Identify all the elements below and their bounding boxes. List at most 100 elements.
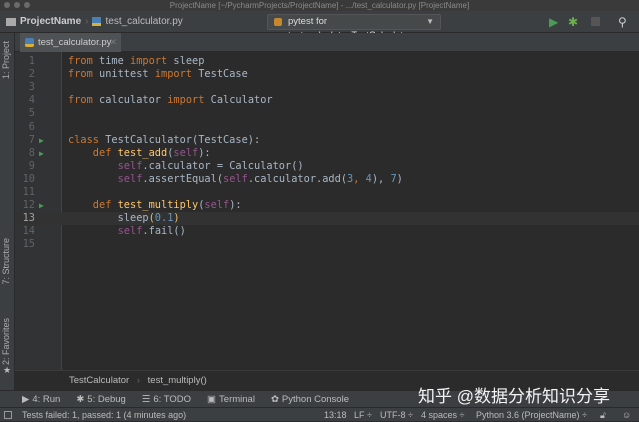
token-plain: Calculator: [204, 94, 273, 107]
tab-label: test_calculator.py: [38, 37, 112, 48]
lock-icon[interactable]: 🔓︎: [600, 408, 606, 422]
token-plain: calculator: [92, 94, 168, 107]
token-plain: sleep: [68, 212, 149, 225]
token-plain: time: [92, 55, 131, 67]
debug-icon[interactable]: ✱: [568, 15, 578, 29]
panel-toggle-icon[interactable]: [4, 411, 12, 419]
code-line[interactable]: 9 self.calculator = Calculator(): [15, 160, 639, 173]
code-line[interactable]: 2 from unittest import TestCase: [15, 68, 639, 81]
line-number: 4: [28, 94, 35, 107]
todo-tool-button[interactable]: ☰ 6: TODO: [142, 394, 191, 405]
title-bar: ProjectName [~/PycharmProjects/ProjectNa…: [0, 0, 639, 11]
token-fn: test_multiply: [117, 199, 199, 212]
code-line[interactable]: 5: [15, 107, 639, 120]
token-kw: import: [130, 55, 168, 67]
chevron-right-icon: ›: [85, 16, 89, 27]
run-tool-button[interactable]: ▶ 4: Run: [22, 394, 60, 405]
code-line[interactable]: 15: [15, 238, 639, 251]
code-line[interactable]: 10 self.assertEqual(self.calculator.add(…: [15, 173, 639, 186]
window-title: ProjectName [~/PycharmProjects/ProjectNa…: [169, 1, 470, 10]
code-line[interactable]: 14 self.fail(): [15, 225, 639, 238]
code-editor[interactable]: 1 from time import sleep 2 from unittest im…: [15, 52, 639, 370]
project-panel-tab[interactable]: 1: Project: [1, 41, 11, 79]
run-test-icon[interactable]: ▶: [39, 134, 44, 147]
code-line[interactable]: 7 ▶ class TestCalculator(TestCase):: [15, 134, 639, 147]
code-line[interactable]: 8 ▶ def test_add(self):: [15, 147, 639, 160]
debug-tool-button[interactable]: ✱ 5: Debug: [76, 394, 126, 405]
structure-panel-tab[interactable]: 7: Structure: [1, 238, 11, 285]
token-kw: def: [68, 146, 118, 159]
code-line[interactable]: 4 from calculator import Calculator: [15, 94, 639, 107]
token-plain: unittest: [92, 68, 155, 81]
token-plain: .calculator.add(: [247, 172, 348, 185]
line-number: 3: [28, 81, 35, 94]
inspector-icon[interactable]: ☺: [622, 408, 631, 422]
token-paren: ): [173, 212, 180, 225]
chevron-down-icon: ▼: [426, 17, 434, 26]
code-text: from unittest import TestCase: [68, 68, 248, 81]
left-tool-strip: 1: Project 7: Structure 2: Favorites ★: [0, 33, 15, 407]
run-test-icon[interactable]: ▶: [39, 199, 44, 212]
token-kw: import: [154, 68, 193, 81]
label: Python Console: [281, 393, 349, 405]
code-line[interactable]: 1 from time import sleep: [15, 55, 639, 68]
interpreter[interactable]: Python 3.6 (ProjectName) ÷: [476, 408, 587, 422]
code-text: class TestCalculator(TestCase):: [68, 134, 260, 147]
line-number: 6: [28, 120, 35, 133]
token-plain: TestCase: [192, 68, 248, 81]
window-controls[interactable]: [4, 2, 30, 8]
chevron-right-icon: ›: [136, 375, 141, 386]
python-console-button[interactable]: ✿ Python Console: [271, 394, 349, 405]
line-number: 12: [22, 199, 35, 212]
token-kw: import: [167, 94, 205, 107]
nav-file[interactable]: test_calculator.py: [105, 16, 182, 27]
tab-test-calculator[interactable]: test_calculator.py ✕: [20, 33, 121, 52]
line-number: 14: [22, 225, 35, 238]
run-icon[interactable]: ▶: [549, 15, 558, 29]
watermark: 知乎 @数据分析知识分享: [418, 387, 610, 406]
pytest-icon: [274, 18, 282, 26]
close-icon[interactable]: ✕: [109, 33, 117, 52]
token-plain: ):: [229, 199, 242, 212]
folder-icon: [6, 17, 16, 26]
token-self: self: [223, 172, 248, 185]
line-separator[interactable]: LF ÷: [354, 408, 372, 422]
editor-tabs: test_calculator.py ✕: [15, 33, 639, 52]
code-line[interactable]: 12 ▶ def test_multiply(self):: [15, 199, 639, 212]
indent[interactable]: 4 spaces ÷: [421, 408, 464, 422]
code-text: def test_multiply(self):: [68, 199, 242, 212]
stop-icon[interactable]: [591, 17, 600, 26]
token-kw: from: [68, 94, 93, 107]
encoding[interactable]: UTF-8 ÷: [380, 408, 413, 422]
line-number: 13: [22, 212, 35, 225]
code-line[interactable]: 6: [15, 121, 639, 134]
python-file-icon: [25, 38, 34, 47]
terminal-tool-button[interactable]: ▣ Terminal: [207, 394, 255, 405]
play-icon: ▶: [22, 393, 30, 405]
terminal-icon: ▣: [207, 393, 217, 405]
code-line[interactable]: 11: [15, 186, 639, 199]
cursor-position[interactable]: 13:18: [324, 408, 347, 422]
token-self: self: [204, 199, 230, 212]
nav-project[interactable]: ProjectName: [20, 16, 81, 27]
code-line[interactable]: 13 sleep(0.1): [15, 212, 639, 226]
favorites-panel-tab[interactable]: 2: Favorites: [1, 318, 11, 365]
code-line[interactable]: 3: [15, 81, 639, 94]
status-bar: Tests failed: 1, passed: 1 (4 minutes ag…: [0, 407, 639, 421]
search-icon[interactable]: ⚲: [618, 15, 627, 29]
python-icon: ✿: [270, 393, 279, 405]
code-text: self.assertEqual(self.calculator.add(3, …: [68, 173, 403, 186]
label: Terminal: [219, 393, 255, 405]
token-plain: .fail(): [142, 225, 186, 238]
code-text: self.calculator = Calculator(): [68, 160, 304, 173]
run-test-icon[interactable]: ▶: [39, 147, 44, 160]
run-configuration-select[interactable]: pytest for test_calculator.TestCalculato…: [267, 14, 441, 41]
breadcrumb-class[interactable]: TestCalculator: [69, 375, 129, 386]
breadcrumb-method[interactable]: test_multiply(): [148, 375, 207, 386]
status-message[interactable]: Tests failed: 1, passed: 1 (4 minutes ag…: [22, 408, 186, 422]
token-plain: .calculator = Calculator(): [142, 159, 304, 172]
line-number: 10: [22, 172, 35, 185]
